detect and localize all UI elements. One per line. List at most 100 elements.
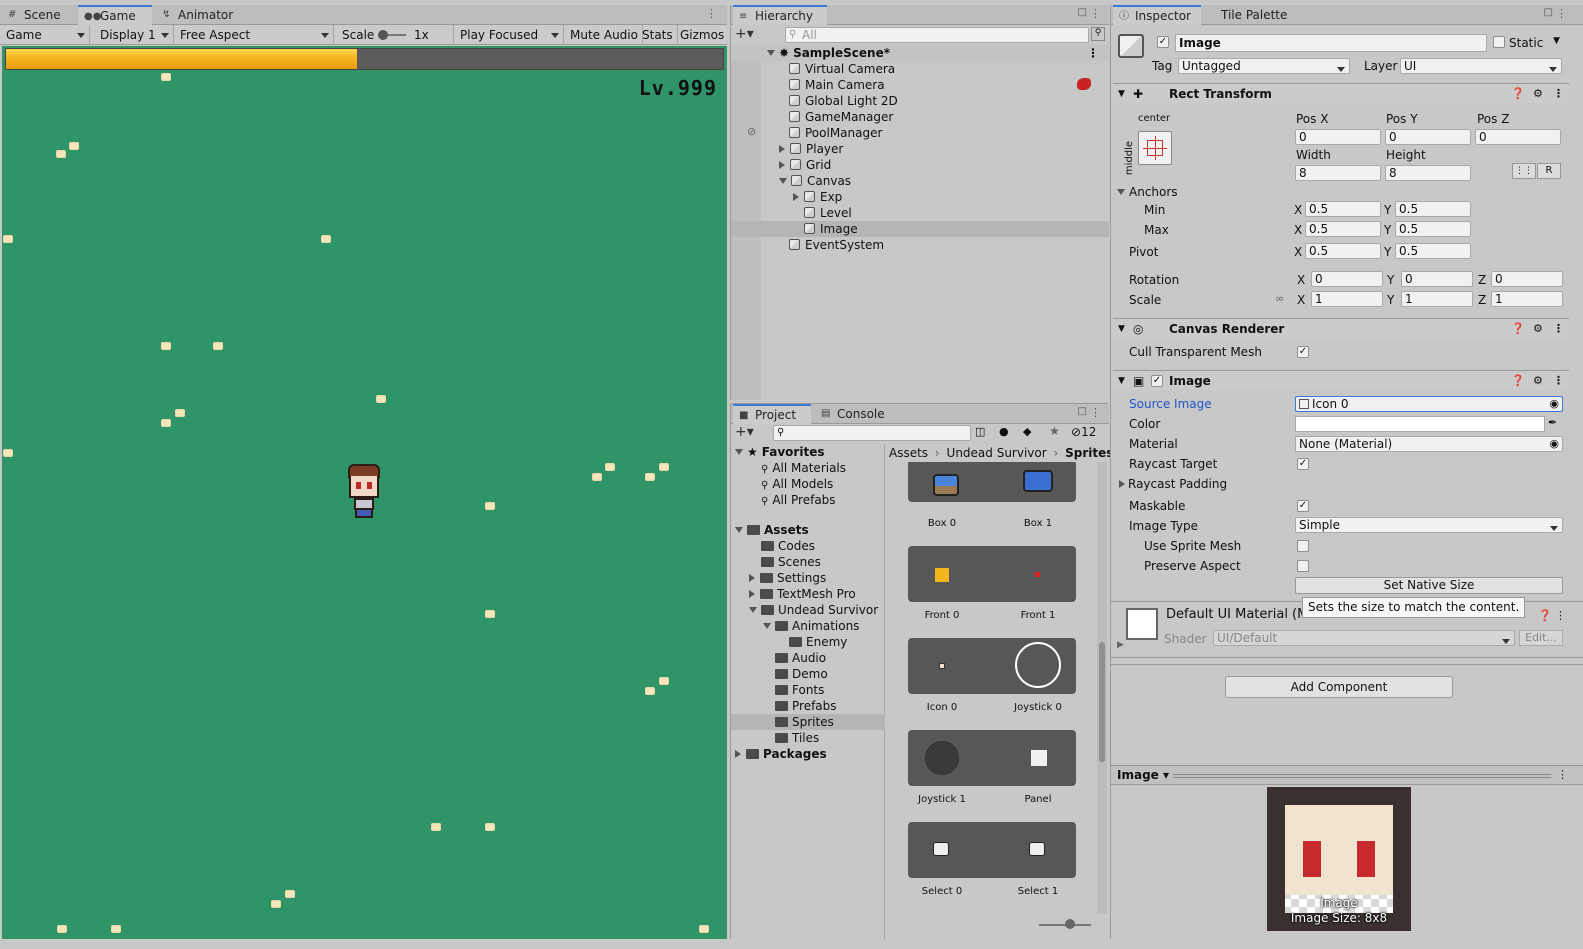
lock-icon[interactable]: □ [1078,7,1087,18]
preserve-aspect-checkbox[interactable] [1297,560,1309,572]
tag-icon[interactable]: ◆ [1023,425,1031,438]
game-view[interactable]: Lv.999 [2,46,727,939]
sprite-card[interactable] [908,546,1076,602]
hidden-packages-toggle[interactable]: ⊘12 [1071,425,1096,439]
add-component-button[interactable]: Add Component [1225,676,1453,698]
breadcrumb-item[interactable]: Undead Survivor [947,446,1047,460]
chevron-down-icon[interactable] [749,607,757,613]
tab-hierarchy[interactable]: ≡ Hierarchy [733,5,827,25]
scale-slider-handle[interactable] [378,30,388,40]
tree-tiles[interactable]: Tiles [731,730,819,746]
tree-prefabs[interactable]: Prefabs [731,698,837,714]
image-type-dropdown[interactable]: Simple [1295,517,1563,533]
layer-dropdown[interactable]: UI [1400,58,1562,74]
tag-dropdown[interactable]: Untagged [1178,58,1350,74]
canvas-renderer-header[interactable]: ▼ ◎ Canvas Renderer ❓ ⚙ ⋮ [1113,318,1569,338]
tree-settings[interactable]: Settings [731,570,826,586]
preset-icon[interactable]: ⚙ [1533,84,1543,104]
help-icon[interactable]: ❓ [1511,371,1525,391]
stats-button[interactable]: Stats [638,25,678,45]
tab-scene[interactable]: # Scene [2,5,67,25]
tree-all-prefabs[interactable]: ⚲ All Prefabs [731,492,836,508]
hierarchy-item-grid[interactable]: Grid [731,157,831,173]
more-menu-icon[interactable]: ⋮ [1553,84,1564,104]
hierarchy-item-gamemanager[interactable]: GameManager [731,109,893,125]
display-dropdown[interactable]: Display 1 [96,25,174,45]
eyedropper-icon[interactable]: ✒ [1548,416,1557,429]
anchor-presets-button[interactable] [1138,131,1172,165]
more-menu-icon[interactable]: ⋮ [1553,371,1564,391]
chevron-right-icon[interactable]: ▶ [1117,640,1124,650]
chevron-right-icon[interactable] [735,750,741,758]
chevron-down-icon[interactable] [735,527,743,533]
active-checkbox[interactable]: ✓ [1157,36,1169,48]
tree-undead-survivor[interactable]: Undead Survivor [731,602,878,618]
gizmos-button[interactable]: Gizmos [676,25,728,45]
rotation-x-field[interactable]: 0 [1311,271,1383,287]
raycast-target-checkbox[interactable]: ✓ [1297,458,1309,470]
create-button[interactable]: +▾ [735,424,754,440]
lock-icon[interactable]: □ [1544,7,1553,18]
object-picker-icon[interactable]: ◉ [1549,437,1559,451]
tree-demo[interactable]: Demo [731,666,828,682]
hierarchy-item-poolmanager[interactable]: PoolManager [731,125,882,141]
tab-game[interactable]: ●● Game [78,5,152,25]
preview-drag-bar[interactable] [1173,774,1551,778]
maskable-checkbox[interactable]: ✓ [1297,500,1309,512]
tree-enemy[interactable]: Enemy [731,634,847,650]
pivot-y-field[interactable]: 0.5 [1395,243,1471,259]
anchor-min-x-field[interactable]: 0.5 [1305,201,1381,217]
tree-codes[interactable]: Codes [731,538,815,554]
aspect-dropdown[interactable]: Free Aspect [176,25,334,45]
anchor-max-y-field[interactable]: 0.5 [1395,221,1471,237]
hierarchy-item-eventsystem[interactable]: EventSystem [731,237,884,253]
scale-control[interactable]: Scale 1x [338,25,454,45]
tab-console[interactable]: ▤ Console [815,404,891,424]
chevron-down-icon[interactable] [763,623,771,629]
more-menu-icon[interactable]: ⋮ [1090,406,1101,419]
more-menu-icon[interactable]: ⋮ [1556,7,1567,20]
blueprint-mode-button[interactable]: ⋮⋮ [1512,163,1536,179]
lock-icon[interactable]: □ [1078,406,1087,417]
rotation-z-field[interactable]: 0 [1491,271,1563,287]
hierarchy-item-level[interactable]: Level [731,205,852,221]
tree-all-materials[interactable]: ⚲ All Materials [731,460,846,476]
rotation-y-field[interactable]: 0 [1401,271,1473,287]
scale-z-field[interactable]: 1 [1491,291,1563,307]
help-icon[interactable]: ❓ [1511,319,1525,339]
breadcrumb-item[interactable]: Assets [889,446,928,460]
constrain-proportions-icon[interactable]: ∞ [1275,292,1284,305]
static-dropdown-icon[interactable]: ▼ [1553,36,1560,46]
play-focused-dropdown[interactable]: Play Focused [456,25,564,45]
cull-mesh-checkbox[interactable]: ✓ [1297,346,1309,358]
search-by-type-icon[interactable]: ◫ [975,425,985,438]
more-menu-icon[interactable]: ⋮ [1557,768,1568,781]
tree-packages[interactable]: Packages [731,746,827,762]
hierarchy-search-input[interactable]: ⚲ All [785,27,1089,43]
static-checkbox[interactable] [1493,36,1505,48]
chevron-down-icon[interactable]: ▼ [1118,319,1125,339]
tab-animator[interactable]: ↯ Animator [156,5,239,25]
chevron-down-icon[interactable]: ▼ [1118,371,1125,391]
create-button[interactable]: +▾ [735,26,754,42]
anchor-min-y-field[interactable]: 0.5 [1395,201,1471,217]
tree-fonts[interactable]: Fonts [731,682,824,698]
anchor-max-x-field[interactable]: 0.5 [1305,221,1381,237]
scene-row[interactable]: ✸ SampleScene* ⋮ [731,45,1109,61]
more-menu-icon[interactable]: ⋮ [1553,319,1564,339]
search-by-label-icon[interactable]: ● [999,425,1009,438]
pos-y-field[interactable]: 0 [1385,129,1471,145]
tree-assets[interactable]: Assets [731,522,809,538]
game-mode-dropdown[interactable]: Game [2,25,90,45]
more-menu-icon[interactable]: ⋮ [1090,7,1101,20]
hierarchy-item-canvas[interactable]: Canvas [731,173,851,189]
source-image-field[interactable]: Icon 0 ◉ [1295,396,1563,412]
chevron-down-icon[interactable]: ▼ [1118,84,1125,104]
pos-z-field[interactable]: 0 [1475,129,1561,145]
thumbnail-size-handle[interactable] [1065,919,1075,929]
help-icon[interactable]: ❓ [1511,84,1525,104]
object-picker-icon[interactable]: ◉ [1549,397,1559,411]
tree-favorites[interactable]: ★ Favorites [731,444,824,460]
object-name-field[interactable]: Image [1175,34,1487,52]
raycast-padding-foldout[interactable]: Raycast Padding [1119,476,1227,492]
